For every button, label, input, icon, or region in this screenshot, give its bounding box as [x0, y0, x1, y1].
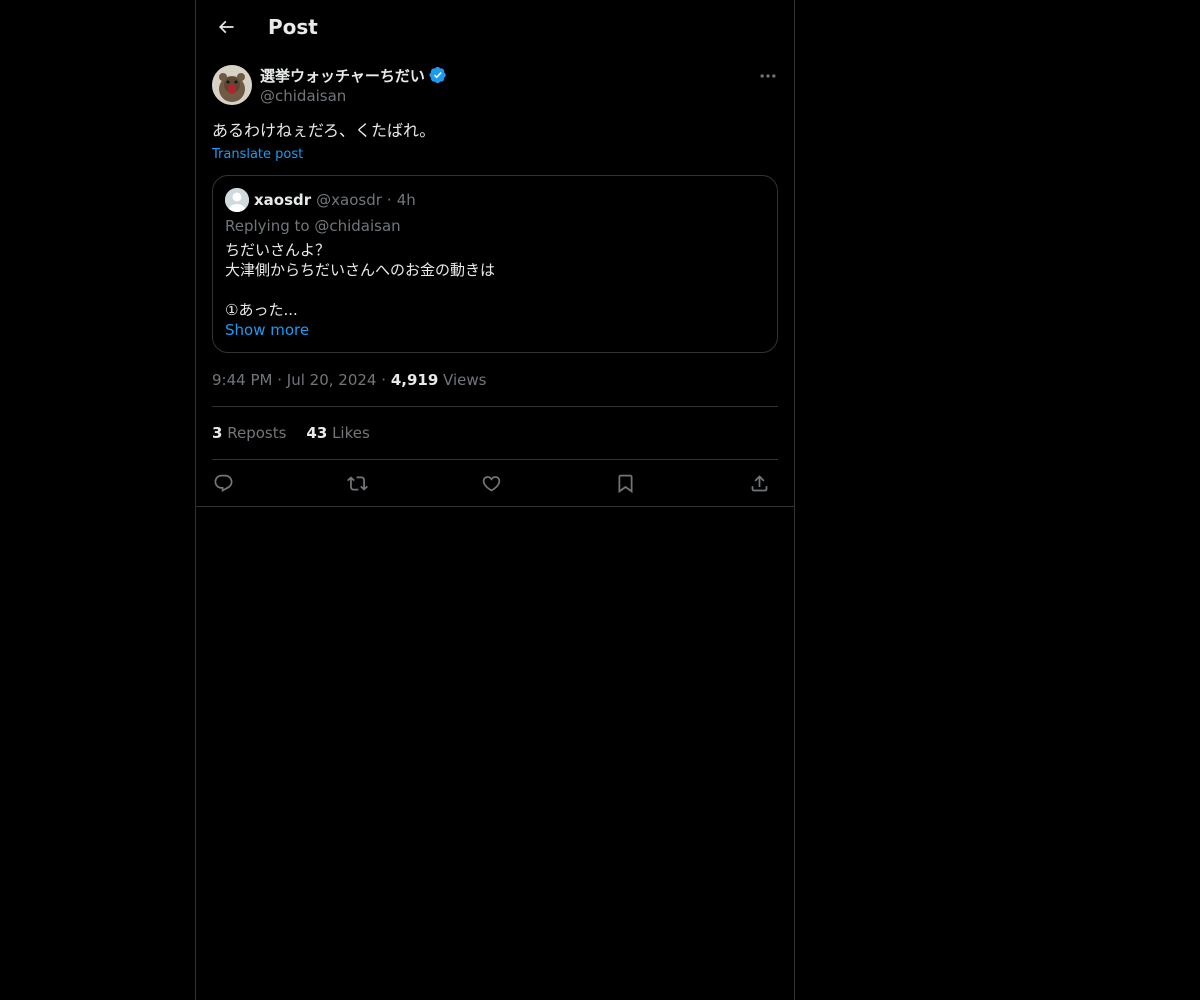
author-name-row[interactable]: 選挙ウォッチャーちだい — [260, 64, 447, 86]
author-name[interactable]: 選挙ウォッチャーちだい — [260, 65, 425, 86]
repost-button[interactable] — [341, 467, 373, 499]
show-more-link[interactable]: Show more — [225, 320, 309, 340]
repost-icon — [346, 475, 368, 491]
quoted-post-header: xaosdr @xaosdr · 4h — [225, 188, 416, 212]
quoted-avatar[interactable] — [225, 188, 249, 212]
post-bottom-border — [196, 506, 794, 507]
views-count: 4,919 — [390, 371, 439, 389]
quoted-text-line: ①あった... — [225, 301, 298, 319]
arrow-left-icon — [218, 20, 234, 34]
author-handle[interactable]: @chidaisan — [260, 86, 346, 106]
back-button[interactable] — [208, 9, 244, 45]
reposts-label: Reposts — [227, 424, 287, 442]
more-horizontal-icon — [760, 74, 776, 78]
avatar-image — [212, 65, 252, 105]
translate-post-link[interactable]: Translate post — [212, 146, 303, 164]
default-avatar-icon — [225, 188, 249, 212]
more-options-button[interactable] — [754, 62, 782, 90]
quoted-text-line: 大津側からちだいさんへのお金の動きは — [225, 261, 496, 279]
reposts-count: 3 — [212, 424, 223, 442]
bookmark-button[interactable] — [609, 467, 641, 499]
page-header: Post — [196, 0, 794, 54]
quoted-post[interactable]: xaosdr @xaosdr · 4h Replying to @chidais… — [212, 175, 778, 353]
reposts-stat[interactable]: 3 Reposts — [212, 423, 286, 443]
separator-dot: · — [277, 371, 283, 389]
share-icon — [751, 474, 767, 491]
bookmark-icon — [618, 474, 632, 493]
quoted-text-line: ちだいさんよ？ — [225, 241, 331, 259]
reply-button[interactable] — [207, 467, 239, 499]
post-meta: 9:44 PM · Jul 20, 2024 · 4,919 Views — [212, 370, 486, 390]
separator-dot: · — [381, 371, 387, 389]
quoted-author-name[interactable]: xaosdr — [254, 191, 311, 209]
action-bar — [212, 467, 778, 499]
post-date[interactable]: Jul 20, 2024 — [287, 371, 377, 389]
share-button[interactable] — [743, 467, 775, 499]
heart-icon — [482, 475, 500, 492]
author-avatar[interactable] — [212, 65, 252, 105]
likes-count: 43 — [306, 424, 328, 442]
verified-badge-icon — [429, 66, 447, 84]
engagement-stats: 3 Reposts 43 Likes — [212, 423, 370, 443]
post-text: あるわけねぇだろ、くたばれ。 — [212, 121, 436, 140]
separator-dot: · — [386, 191, 392, 209]
likes-stat[interactable]: 43 Likes — [306, 423, 369, 443]
reply-icon — [214, 474, 232, 492]
divider — [212, 406, 778, 407]
quoted-post-time[interactable]: 4h — [397, 191, 416, 209]
likes-label: Likes — [332, 424, 370, 442]
quoted-author-handle[interactable]: @xaosdr — [316, 191, 382, 209]
page-title: Post — [268, 15, 318, 39]
replying-to: Replying to @chidaisan — [225, 217, 401, 235]
post-time[interactable]: 9:44 PM — [212, 371, 272, 389]
divider — [212, 459, 778, 460]
like-button[interactable] — [475, 467, 507, 499]
views-label: Views — [443, 371, 487, 389]
main-column: Post 選挙ウォッチャーちだい @chidaisan あるわけねぇだろ、くたば… — [195, 0, 795, 1000]
